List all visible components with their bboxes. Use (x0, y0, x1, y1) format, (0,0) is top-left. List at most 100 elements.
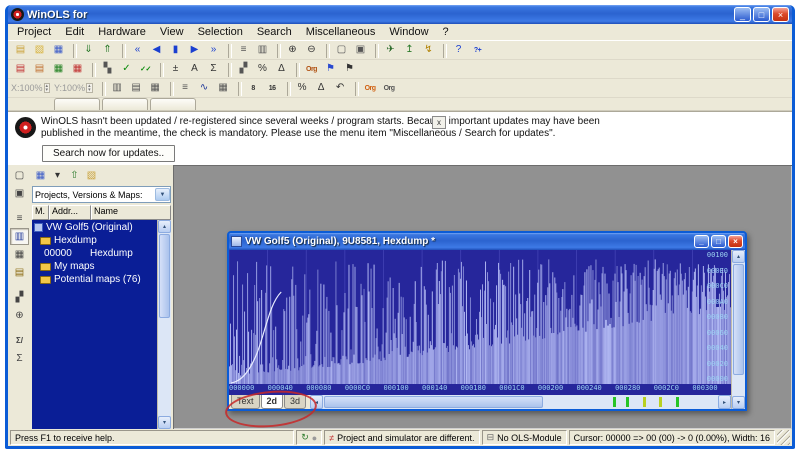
zoom-in-icon[interactable]: ⊕ (277, 42, 302, 59)
resize-grip[interactable] (777, 430, 790, 445)
panel-checkin-icon[interactable]: ⇧ (66, 168, 83, 185)
flag-checker-icon[interactable]: ⚑ (340, 61, 359, 78)
lightning-icon[interactable]: ↯ (419, 42, 438, 59)
plane-icon[interactable]: ✈ (375, 42, 400, 59)
tree-item-project[interactable]: VW Golf5 (Original) (32, 221, 157, 234)
help-icon[interactable]: ? (443, 42, 468, 59)
menu-window[interactable]: Window (382, 25, 435, 39)
menu-selection[interactable]: Selection (191, 25, 250, 39)
window-tab-1[interactable] (54, 98, 100, 110)
spin-down-icon[interactable]: ▾ (87, 88, 92, 93)
y-zoom-control[interactable]: Y:100% ▴ ▾ (54, 83, 93, 93)
panel-folder-icon[interactable]: ▧ (83, 168, 100, 185)
map-pack-icon[interactable]: ▦ (49, 61, 68, 78)
split-vertical-icon[interactable]: ▤ (127, 80, 146, 97)
apply-all-icon[interactable]: ✓✓ (136, 61, 155, 78)
tree-item-potential-maps[interactable]: Potential maps (76) (32, 273, 157, 286)
cascade-windows-icon[interactable]: ▣ (351, 42, 370, 59)
scroll-left-icon[interactable]: ◂ (310, 395, 324, 409)
export-file-icon[interactable]: ⇑ (98, 42, 117, 59)
x-zoom-control[interactable]: X:100% ▴ ▾ (11, 83, 51, 93)
horizontal-scrollbar-thumb[interactable] (324, 396, 543, 408)
text-view-icon[interactable]: ≡ (169, 80, 195, 97)
child-close-button[interactable]: × (728, 235, 743, 248)
x-zoom-spinner[interactable]: ▴ ▾ (43, 83, 51, 93)
tab-text[interactable]: Text (231, 395, 260, 409)
damos-export-icon[interactable]: ▤ (30, 61, 49, 78)
nav-original-icon[interactable]: ▮ (166, 42, 185, 59)
new-window-icon[interactable]: ▢ (326, 42, 351, 59)
percent-view-icon[interactable]: % (286, 80, 312, 97)
tree-item-hexdump-version[interactable]: 00000 Hexdump (32, 247, 157, 260)
search-updates-button[interactable]: Search now for updates.. (42, 145, 176, 162)
open-project-icon[interactable]: ▧ (30, 42, 49, 59)
column-name[interactable]: Name (91, 205, 171, 220)
panel-view-combobox[interactable]: Projects, Versions & Maps: ▼ (32, 186, 171, 203)
minimize-button[interactable]: _ (734, 7, 751, 22)
menu-hardware[interactable]: Hardware (91, 25, 153, 39)
hexdump-title-bar[interactable]: VW Golf5 (Original), 9U8581, Hexdump * _… (229, 233, 745, 250)
bits-8-icon[interactable]: 8 (237, 80, 263, 97)
tree-scrollbar[interactable]: ▴ ▾ (157, 220, 171, 429)
hexdump-2d-plot[interactable]: 00100 000E0 000C0 000A0 00080 00060 00040 00020… (229, 250, 731, 384)
notification-close-button[interactable]: x (432, 116, 446, 129)
strip-hexdump-icon[interactable]: ▣ (10, 185, 29, 202)
org-b-icon[interactable]: Org (380, 80, 399, 97)
strip-sigma-icon[interactable]: Σ (10, 350, 29, 367)
nav-next-version-icon[interactable]: ▶ (185, 42, 204, 59)
save-project-icon[interactable]: ▦ (49, 42, 68, 59)
title-bar[interactable]: WinOLS for _ □ × (8, 5, 792, 24)
upload-icon[interactable]: ↥ (400, 42, 419, 59)
tree-scrollbar-thumb[interactable] (159, 234, 170, 318)
y-zoom-spinner[interactable]: ▴ ▾ (86, 83, 93, 93)
column-m[interactable]: M. (32, 205, 49, 220)
map-delete-icon[interactable]: ▦ (68, 61, 87, 78)
menu-edit[interactable]: Edit (58, 25, 91, 39)
zoom-out-icon[interactable]: ⊖ (302, 42, 321, 59)
panel-view-mode-icon[interactable]: ▦ (32, 168, 49, 185)
apply-changes-icon[interactable]: ✓ (117, 61, 136, 78)
menu-view[interactable]: View (153, 25, 191, 39)
new-project-icon[interactable]: ▤ (11, 42, 30, 59)
scroll-up-icon[interactable]: ▴ (732, 250, 745, 263)
vertical-scrollbar-thumb[interactable] (733, 264, 744, 376)
strip-maps-icon[interactable]: ▤ (10, 264, 29, 281)
window-tab-2[interactable] (102, 98, 148, 110)
split-horizontal-icon[interactable]: ▥ (101, 80, 127, 97)
strip-selection-icon[interactable]: ▢ (10, 167, 29, 184)
compare-versions-icon[interactable]: ± (160, 61, 185, 78)
scroll-up-icon[interactable]: ▴ (158, 220, 171, 233)
nav-last-version-icon[interactable]: » (204, 42, 223, 59)
menu-search[interactable]: Search (250, 25, 299, 39)
tab-2d[interactable]: 2d (260, 395, 284, 409)
column-addr[interactable]: Addr... (49, 205, 91, 220)
tree-item-hexdump-folder[interactable]: Hexdump (32, 234, 157, 247)
sigma-icon[interactable]: Σ (204, 61, 223, 78)
strip-3d-view-icon[interactable]: ▦ (10, 246, 29, 263)
scroll-down-icon[interactable]: ▾ (158, 416, 171, 429)
strip-text-view-icon[interactable]: ≡ (10, 210, 29, 227)
grid-view-icon[interactable]: ▦ (146, 80, 165, 97)
percent-icon[interactable]: % (253, 61, 272, 78)
hex-columns-icon[interactable]: ▥ (253, 42, 272, 59)
menu-help[interactable]: ? (436, 25, 456, 39)
context-help-icon[interactable]: ?+ (468, 42, 487, 59)
org-a-icon[interactable]: Org (354, 80, 380, 97)
scroll-right-icon[interactable]: ▸ (718, 395, 731, 409)
undo-icon[interactable]: ↶ (331, 80, 350, 97)
tree-item-my-maps[interactable]: My maps (32, 260, 157, 273)
strip-2d-view-icon[interactable]: ▥ (10, 228, 29, 245)
vertical-scrollbar[interactable]: ▴ ▾ (731, 250, 745, 409)
bits-16-icon[interactable]: 16 (263, 80, 282, 97)
maximize-button[interactable]: □ (753, 7, 770, 22)
flag-blue-icon[interactable]: ⚑ (321, 61, 340, 78)
view-3d-icon[interactable]: ▦ (214, 80, 233, 97)
damos-import-icon[interactable]: ▤ (11, 61, 30, 78)
spin-down-icon[interactable]: ▾ (45, 88, 50, 93)
close-button[interactable]: × (772, 7, 789, 22)
strip-sigma-div-icon[interactable]: Σ/ (10, 332, 29, 349)
text-mode-icon[interactable]: A (185, 61, 204, 78)
scroll-down-icon[interactable]: ▾ (732, 396, 745, 409)
menu-project[interactable]: Project (10, 25, 58, 39)
strip-zoom-icon[interactable]: ⊕ (10, 307, 29, 324)
